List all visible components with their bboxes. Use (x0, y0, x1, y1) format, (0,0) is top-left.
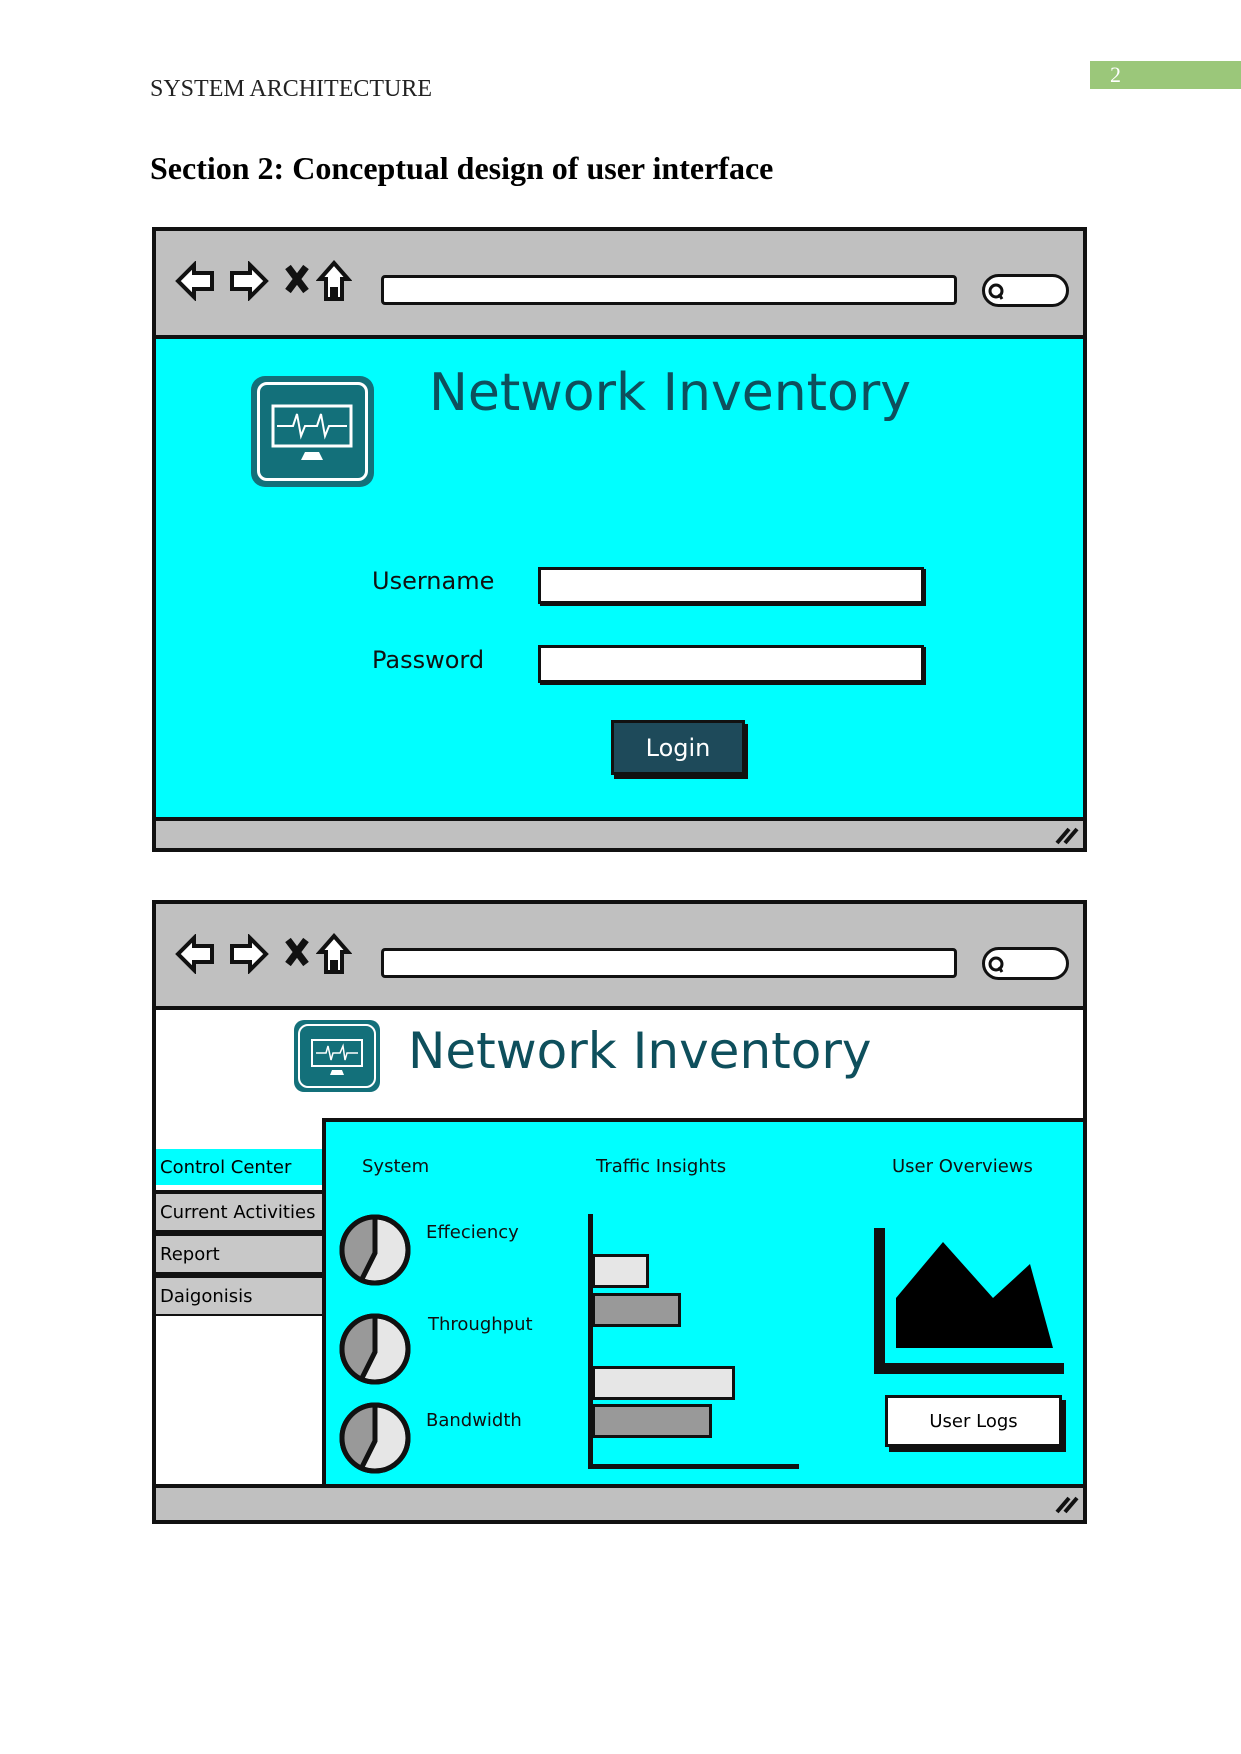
search-box[interactable] (982, 947, 1069, 980)
traffic-bar (592, 1404, 712, 1438)
password-field[interactable] (538, 645, 924, 683)
monitor-heartbeat-icon (251, 376, 374, 487)
gauge-pie-icon (338, 1312, 412, 1390)
area-chart-y-axis (874, 1228, 885, 1374)
home-icon[interactable] (316, 259, 352, 303)
status-bar (156, 817, 1083, 848)
back-arrow-icon[interactable] (174, 261, 216, 301)
resize-grip-icon[interactable] (1053, 825, 1079, 845)
section-title: Section 2: Conceptual design of user int… (150, 150, 774, 186)
bar-chart-x-axis (588, 1464, 799, 1469)
browser-toolbar (156, 231, 1083, 339)
traffic-bar (592, 1254, 649, 1288)
app-title: Network Inventory (429, 363, 912, 423)
gauge-pie-icon (338, 1401, 412, 1479)
search-box[interactable] (982, 274, 1069, 307)
browser-toolbar (156, 904, 1083, 1010)
close-x-icon[interactable] (284, 936, 310, 968)
home-icon[interactable] (316, 932, 352, 976)
app-title: Network Inventory (408, 1022, 872, 1080)
metric-label: Bandwidth (426, 1410, 522, 1431)
traffic-bar (592, 1293, 681, 1327)
metric-label: Throughput (428, 1314, 533, 1335)
search-icon (988, 283, 1004, 300)
search-icon (988, 956, 1004, 973)
traffic-bar (592, 1366, 735, 1400)
sidebar-item-control-center[interactable]: Control Center (156, 1149, 322, 1185)
area-chart (874, 1228, 1064, 1374)
metric-label: Effeciency (426, 1222, 519, 1243)
login-window-mockup: Network Inventory Username Password Logi… (152, 227, 1087, 852)
area-chart-fill (896, 1242, 1053, 1348)
gauge-pie-icon (338, 1213, 412, 1291)
sidebar-item-current-activities[interactable]: Current Activities (156, 1190, 322, 1232)
sidebar-item-report[interactable]: Report (156, 1232, 322, 1274)
page-number: 2 (1090, 61, 1241, 89)
user-overviews-heading: User Overviews (892, 1156, 1033, 1177)
forward-arrow-icon[interactable] (228, 261, 270, 301)
dashboard-window-mockup: Network Inventory Control Center Current… (152, 900, 1087, 1524)
area-chart-x-axis (874, 1363, 1064, 1374)
dashboard-content: System Traffic Insights User Overviews E… (322, 1118, 1083, 1484)
resize-grip-icon[interactable] (1053, 1494, 1079, 1514)
username-label: Username (372, 567, 495, 595)
login-content: Network Inventory Username Password Logi… (156, 339, 1083, 817)
document-header: SYSTEM ARCHITECTURE (150, 76, 433, 102)
status-bar (156, 1484, 1083, 1520)
monitor-heartbeat-icon (294, 1020, 380, 1092)
username-field[interactable] (538, 567, 924, 604)
back-arrow-icon[interactable] (174, 934, 216, 974)
address-bar[interactable] (381, 948, 957, 978)
close-x-icon[interactable] (284, 263, 310, 295)
password-label: Password (372, 646, 485, 674)
sidebar-item-daigonisis[interactable]: Daigonisis (156, 1274, 322, 1316)
traffic-insights-heading: Traffic Insights (596, 1156, 727, 1177)
system-heading: System (362, 1156, 430, 1177)
forward-arrow-icon[interactable] (228, 934, 270, 974)
login-button[interactable]: Login (611, 720, 745, 775)
address-bar[interactable] (381, 275, 957, 305)
user-logs-button[interactable]: User Logs (885, 1395, 1062, 1447)
